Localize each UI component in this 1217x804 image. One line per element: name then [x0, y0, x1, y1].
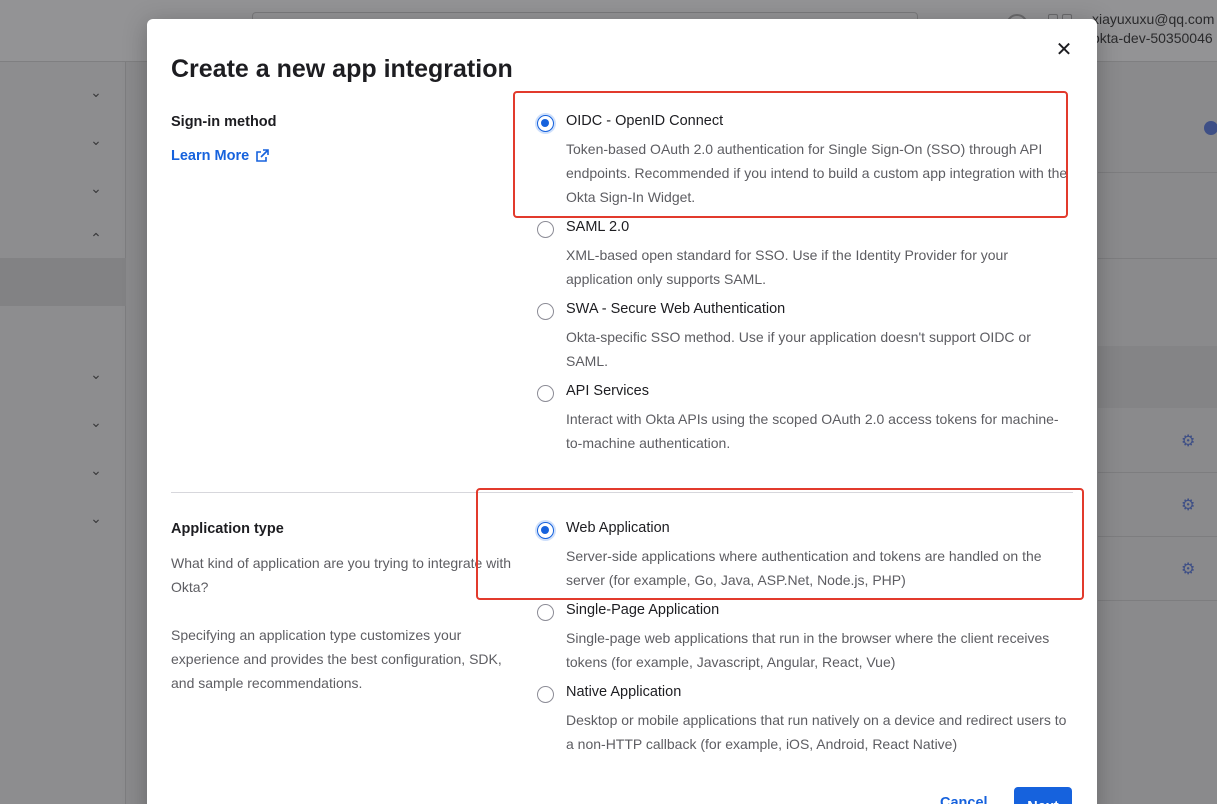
- option-title: OIDC - OpenID Connect: [566, 113, 724, 129]
- option-desc: XML-based open standard for SSO. Use if …: [566, 247, 1008, 287]
- option-desc: Interact with Okta APIs using the scoped…: [566, 411, 1059, 451]
- chevron-down-icon[interactable]: ⌄: [88, 414, 104, 430]
- background-divider: [1098, 172, 1217, 173]
- user-org: okta-dev-50350046: [1092, 30, 1213, 46]
- learn-more-link[interactable]: Learn More: [171, 148, 269, 164]
- learn-more-label: Learn More: [171, 148, 250, 164]
- gear-icon[interactable]: ⚙: [1181, 559, 1195, 579]
- background-divider: [1098, 472, 1217, 473]
- option-title: Single-Page Application: [566, 602, 720, 618]
- application-type-label: Application type: [171, 521, 284, 537]
- radio-oidc[interactable]: [537, 115, 554, 132]
- option-desc: Single-page web applications that run in…: [566, 630, 1050, 670]
- chevron-up-icon[interactable]: ⌃: [88, 230, 104, 246]
- chevron-down-icon[interactable]: ⌄: [88, 366, 104, 382]
- option-desc: Server-side applications where authentic…: [566, 548, 1042, 588]
- option-title: Native Application: [566, 684, 682, 700]
- sidebar-active-item[interactable]: [0, 258, 126, 306]
- radio-native-application[interactable]: [537, 686, 554, 703]
- chevron-down-icon[interactable]: ⌄: [88, 180, 104, 196]
- modal-title: Create a new app integration: [171, 55, 513, 83]
- gear-icon[interactable]: ⚙: [1181, 495, 1195, 515]
- option-title: API Services: [566, 383, 649, 399]
- background-sidebar: [0, 62, 126, 804]
- background-divider: [1098, 536, 1217, 537]
- chevron-down-icon[interactable]: ⌄: [88, 84, 104, 100]
- close-icon[interactable]: ✕: [1053, 39, 1075, 61]
- option-desc: Okta-specific SSO method. Use if your ap…: [566, 329, 1031, 369]
- user-menu[interactable]: xiayuxuxu@qq.com okta-dev-50350046: [1092, 10, 1214, 48]
- radio-web-application[interactable]: [537, 522, 554, 539]
- cancel-button[interactable]: Cancel: [940, 795, 988, 804]
- application-type-question: What kind of application are you trying …: [171, 555, 512, 595]
- option-desc: Desktop or mobile applications that run …: [566, 712, 1067, 752]
- background-divider: [1098, 258, 1217, 259]
- chevron-down-icon[interactable]: ⌄: [88, 132, 104, 148]
- create-app-integration-dialog: ✕ Create a new app integration Sign-in m…: [147, 19, 1097, 804]
- external-link-icon: [256, 149, 269, 162]
- background-divider: [1098, 600, 1217, 601]
- option-desc: Token-based OAuth 2.0 authentication for…: [566, 141, 1068, 205]
- radio-swa[interactable]: [537, 303, 554, 320]
- section-divider: [171, 492, 1073, 493]
- option-title: SAML 2.0: [566, 219, 630, 235]
- option-title: SWA - Secure Web Authentication: [566, 301, 786, 317]
- application-type-help: Specifying an application type customize…: [171, 627, 502, 691]
- radio-single-page-application[interactable]: [537, 604, 554, 621]
- info-icon: [1204, 121, 1217, 135]
- option-title: Web Application: [566, 520, 670, 536]
- gear-icon[interactable]: ⚙: [1181, 431, 1195, 451]
- sign-in-method-label: Sign-in method: [171, 114, 277, 130]
- radio-saml[interactable]: [537, 221, 554, 238]
- chevron-down-icon[interactable]: ⌄: [88, 462, 104, 478]
- chevron-down-icon[interactable]: ⌄: [88, 510, 104, 526]
- user-email: xiayuxuxu@qq.com: [1092, 11, 1215, 27]
- radio-api-services[interactable]: [537, 385, 554, 402]
- background-table-header: [1098, 346, 1217, 408]
- next-button[interactable]: Next: [1014, 787, 1072, 804]
